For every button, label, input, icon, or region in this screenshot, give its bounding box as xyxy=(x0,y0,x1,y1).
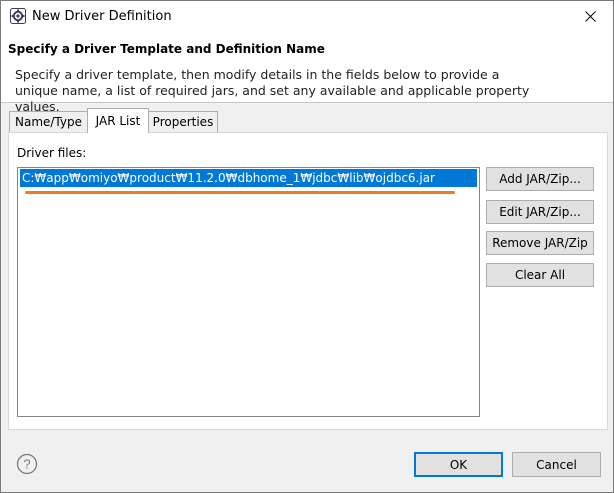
tab-jar-list[interactable]: JAR List xyxy=(87,108,149,133)
header-title: Specify a Driver Template and Definition… xyxy=(8,42,325,56)
remove-jar-button[interactable]: Remove JAR/Zip xyxy=(486,231,594,255)
new-driver-definition-dialog: New Driver Definition Specify a Driver T… xyxy=(0,0,614,493)
close-icon xyxy=(584,11,596,22)
tab-name-type[interactable]: Name/Type xyxy=(9,111,88,132)
driver-files-list[interactable]: C:₩app₩omiyo₩product₩11.2.0₩dbhome_1₩jdb… xyxy=(17,167,480,417)
annotation-underline xyxy=(25,191,455,194)
eclipse-gear-icon xyxy=(10,8,26,24)
help-icon: ? xyxy=(16,453,38,475)
window-title: New Driver Definition xyxy=(32,9,172,24)
close-button[interactable] xyxy=(567,1,613,32)
svg-text:?: ? xyxy=(23,457,30,472)
jar-list-panel: Driver files: C:₩app₩omiyo₩product₩11.2.… xyxy=(8,132,608,430)
list-item[interactable]: C:₩app₩omiyo₩product₩11.2.0₩dbhome_1₩jdb… xyxy=(20,169,477,187)
cancel-button[interactable]: Cancel xyxy=(512,452,601,477)
tab-properties[interactable]: Properties xyxy=(148,111,218,132)
edit-jar-button[interactable]: Edit JAR/Zip... xyxy=(486,200,594,224)
dialog-header: Specify a Driver Template and Definition… xyxy=(1,32,613,114)
clear-all-button[interactable]: Clear All xyxy=(486,263,594,287)
driver-files-label: Driver files: xyxy=(17,146,87,160)
ok-button[interactable]: OK xyxy=(414,452,503,477)
add-jar-button[interactable]: Add JAR/Zip... xyxy=(486,167,594,191)
help-button[interactable]: ? xyxy=(16,453,38,475)
title-bar: New Driver Definition xyxy=(1,1,613,32)
